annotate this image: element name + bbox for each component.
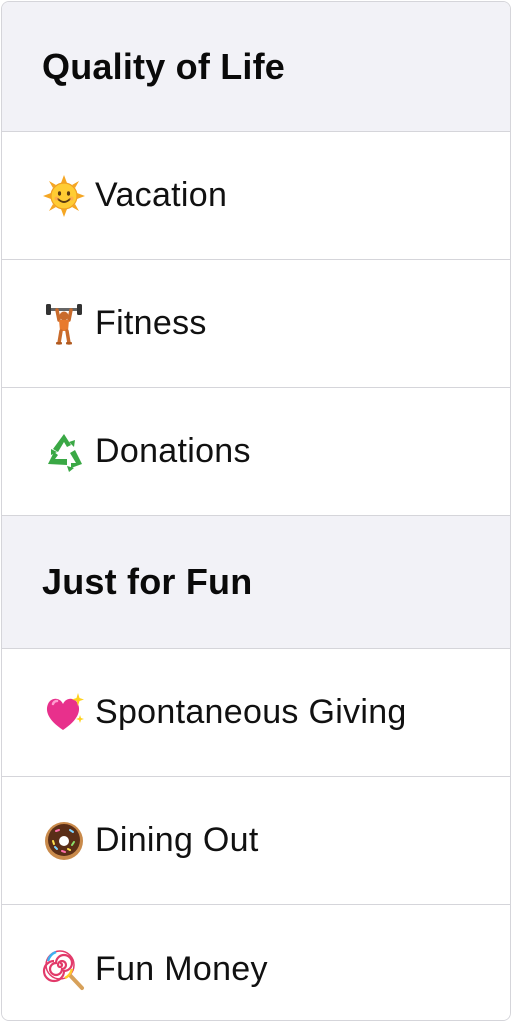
recycling-symbol-icon [42,430,86,474]
list-item-label: Spontaneous Giving [95,693,407,731]
list-item-label: Vacation [95,176,228,214]
section-title: Quality of Life [42,45,286,87]
list-item-vacation[interactable]: Vacation [2,132,510,260]
person-lifting-weights-icon [42,302,86,346]
list-item-label: Donations [95,432,251,470]
list-item-label: Fitness [95,304,207,342]
section-header-quality-of-life: Quality of Life [2,2,510,132]
category-list: Quality of Life Vacation Fitness Donatio… [1,1,511,1021]
list-item-donations[interactable]: Donations [2,388,510,516]
list-item-fun-money[interactable]: Fun Money [2,905,510,1020]
list-item-label: Dining Out [95,821,259,859]
doughnut-icon [42,819,86,863]
list-item-dining-out[interactable]: Dining Out [2,777,510,905]
section-header-just-for-fun: Just for Fun [2,516,510,649]
category-list-screen: Quality of Life Vacation Fitness Donatio… [0,0,513,1024]
section-title: Just for Fun [42,561,253,602]
list-item-spontaneous-giving[interactable]: Spontaneous Giving [2,649,510,777]
sun-with-face-icon [42,174,86,218]
list-item-label: Fun Money [95,949,268,988]
lollipop-icon [42,947,86,991]
list-item-fitness[interactable]: Fitness [2,260,510,388]
sparkling-heart-icon [42,691,86,735]
